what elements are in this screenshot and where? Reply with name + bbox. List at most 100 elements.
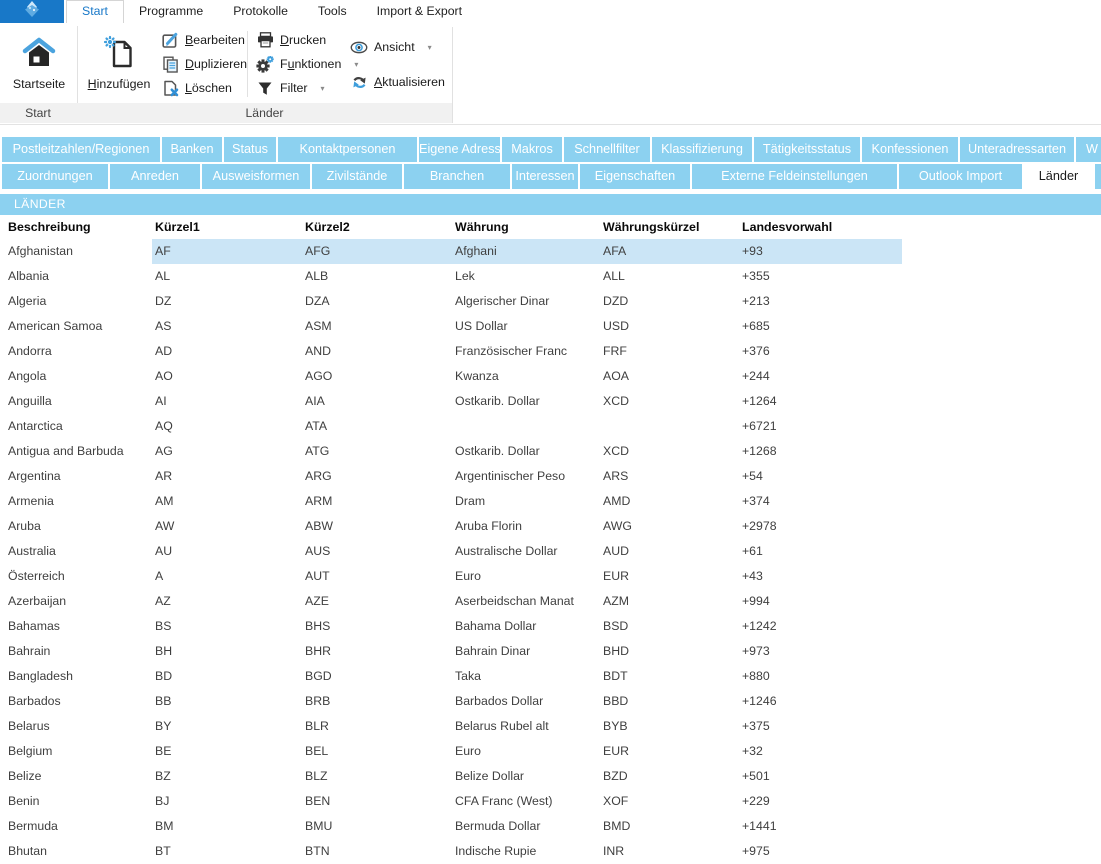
tab-status[interactable]: Status [224,137,276,162]
cell-landesvorwahl: +1264 [739,389,902,414]
table-row-armenia[interactable]: ArmeniaAMARMDramAMD+374 [0,489,902,514]
bearbeiten-button[interactable]: Bearbeiten [161,30,245,50]
table-row-belarus[interactable]: BelarusBYBLRBelarus Rubel altBYB+375 [0,714,902,739]
table-row-angola[interactable]: AngolaAOAGOKwanzaAOA+244 [0,364,902,389]
column-header-beschreibung[interactable]: Beschreibung [0,217,152,238]
tab-eigene-adresse[interactable]: Eigene Adresse [419,137,500,162]
table-row-albania[interactable]: AlbaniaALALBLekALL+355 [0,264,902,289]
table-row-australia[interactable]: AustraliaAUAUSAustralische DollarAUD+61 [0,539,902,564]
hinzufuegen-button[interactable]: Hinzufügen [82,26,156,101]
cell-kürzel2: ASM [302,314,452,339]
app-logo-button[interactable] [0,0,64,23]
duplizieren-button[interactable]: Duplizieren [161,54,247,74]
cell-beschreibung: Afghanistan [0,239,152,264]
menu-tabs: Start Programme Protokolle Tools Import … [66,0,477,23]
table-row-azerbaijan[interactable]: AzerbaijanAZAZEAserbeidschan ManatAZM+99… [0,589,902,614]
cell-beschreibung: Bahrain [0,639,152,664]
tab-konfessionen[interactable]: Konfessionen [862,137,958,162]
table-row-argentina[interactable]: ArgentinaARARGArgentinischer PesoARS+54 [0,464,902,489]
cell-beschreibung: Aruba [0,514,152,539]
table-row-barbados[interactable]: BarbadosBBBRBBarbados DollarBBD+1246 [0,689,902,714]
table-row-bahrain[interactable]: BahrainBHBHRBahrain DinarBHD+973 [0,639,902,664]
table-row-bermuda[interactable]: BermudaBMBMUBermuda DollarBMD+1441 [0,814,902,839]
tab-anreden[interactable]: Anreden [110,164,200,189]
column-header-landesvorwahl[interactable]: Landesvorwahl [739,217,902,238]
cell-beschreibung: Argentina [0,464,152,489]
cell-währungskürzel: INR [600,839,739,864]
menu-tab-import-export[interactable]: Import & Export [362,0,477,23]
cell-beschreibung: Andorra [0,339,152,364]
cell-beschreibung: Azerbaijan [0,589,152,614]
cell-landesvorwahl: +1441 [739,814,902,839]
cell-währungskürzel: DZD [600,289,739,314]
chevron-down-icon: ▾ [354,60,358,69]
tab-zivilstände[interactable]: Zivilstände [312,164,402,189]
cell-kürzel2: ATA [302,414,452,439]
tab-branchen[interactable]: Branchen [404,164,510,189]
cell-währung: Aserbeidschan Manat [452,589,600,614]
tab-externe-feldeinstellungen[interactable]: Externe Feldeinstellungen [692,164,897,189]
column-header-kürzel2[interactable]: Kürzel2 [302,217,452,238]
cell-währung: Ostkarib. Dollar [452,439,600,464]
cell-kürzel1: AR [152,464,302,489]
tab-kontaktpersonen[interactable]: Kontaktpersonen [278,137,417,162]
cell-währung: Bahama Dollar [452,614,600,639]
table-row-american-samoa[interactable]: American SamoaASASMUS DollarUSD+685 [0,314,902,339]
tab-makros[interactable]: Makros [502,137,562,162]
column-header-währung[interactable]: Währung [452,217,600,238]
table-row-antigua-and-barbuda[interactable]: Antigua and BarbudaAGATGOstkarib. Dollar… [0,439,902,464]
menu-tab-tools[interactable]: Tools [303,0,362,23]
tab-schnellfilter[interactable]: Schnellfilter [564,137,650,162]
cell-währung: Indische Rupie [452,839,600,864]
table-row-benin[interactable]: BeninBJBENCFA Franc (West)XOF+229 [0,789,902,814]
cell-währungskürzel: BDT [600,664,739,689]
tab-zuordnungen[interactable]: Zuordnungen [2,164,108,189]
tab-banken[interactable]: Banken [162,137,222,162]
cell-landesvorwahl: +973 [739,639,902,664]
cell-kürzel1: DZ [152,289,302,314]
table-row-andorra[interactable]: AndorraADANDFranzösischer FrancFRF+376 [0,339,902,364]
aktualisieren-button[interactable]: Aktualisieren [350,72,445,92]
table-row-belize[interactable]: BelizeBZBLZBelize DollarBZD+501 [0,764,902,789]
column-header-währungskürzel[interactable]: Währungskürzel [600,217,739,238]
cell-kürzel1: AO [152,364,302,389]
cell-landesvorwahl: +375 [739,714,902,739]
cell-kürzel2: BHR [302,639,452,664]
cell-kürzel1: AI [152,389,302,414]
table-row-algeria[interactable]: AlgeriaDZDZAAlgerischer DinarDZD+213 [0,289,902,314]
cell-landesvorwahl: +374 [739,489,902,514]
startseite-button[interactable]: Startseite [2,26,76,101]
menu-tab-protokolle[interactable]: Protokolle [218,0,303,23]
table-row-afghanistan[interactable]: AfghanistanAFAFGAfghaniAFA+93 [0,239,902,264]
tab-postleitzahlen-regionen[interactable]: Postleitzahlen/Regionen [2,137,160,162]
menu-tab-programme[interactable]: Programme [124,0,218,23]
table-row-antarctica[interactable]: AntarcticaAQATA+6721 [0,414,902,439]
cell-kürzel2: BLR [302,714,452,739]
new-document-icon [102,34,136,70]
tab-interessen[interactable]: Interessen [512,164,578,189]
ansicht-button[interactable]: Ansicht ▾ [350,37,432,57]
tab-ausweisformen[interactable]: Ausweisformen [202,164,310,189]
table-row-bangladesh[interactable]: BangladeshBDBGDTakaBDT+880 [0,664,902,689]
table-row-belgium[interactable]: BelgiumBEBELEuroEUR+32 [0,739,902,764]
table-row-aruba[interactable]: ArubaAWABWAruba FlorinAWG+2978 [0,514,902,539]
menu-tab-start[interactable]: Start [66,0,124,23]
funktionen-button[interactable]: Funktionen ▾ [256,54,358,74]
filter-button[interactable]: Filter ▾ [256,78,325,98]
table-row-anguilla[interactable]: AnguillaAIAIAOstkarib. DollarXCD+1264 [0,389,902,414]
tab-länder[interactable]: Länder [1024,164,1093,189]
drucken-button[interactable]: Drucken [256,30,326,50]
loeschen-label: Löschen [185,81,232,95]
tab-klassifizierung[interactable]: Klassifizierung [652,137,752,162]
table-row-österreich[interactable]: ÖsterreichAAUTEuroEUR+43 [0,564,902,589]
tab-unteradressarten[interactable]: Unteradressarten [960,137,1074,162]
table-row-bahamas[interactable]: BahamasBSBHSBahama DollarBSD+1242 [0,614,902,639]
tab-tätigkeitsstatus[interactable]: Tätigkeitsstatus [754,137,860,162]
tab-eigenschaften[interactable]: Eigenschaften [580,164,690,189]
column-header-kürzel1[interactable]: Kürzel1 [152,217,302,238]
tab-w[interactable]: W [1076,137,1101,162]
panel-title: LÄNDER [0,194,1101,215]
tab-outlook-import[interactable]: Outlook Import [899,164,1022,189]
table-row-bhutan[interactable]: BhutanBTBTNIndische RupieINR+975 [0,839,902,864]
loeschen-button[interactable]: Löschen [161,78,232,98]
